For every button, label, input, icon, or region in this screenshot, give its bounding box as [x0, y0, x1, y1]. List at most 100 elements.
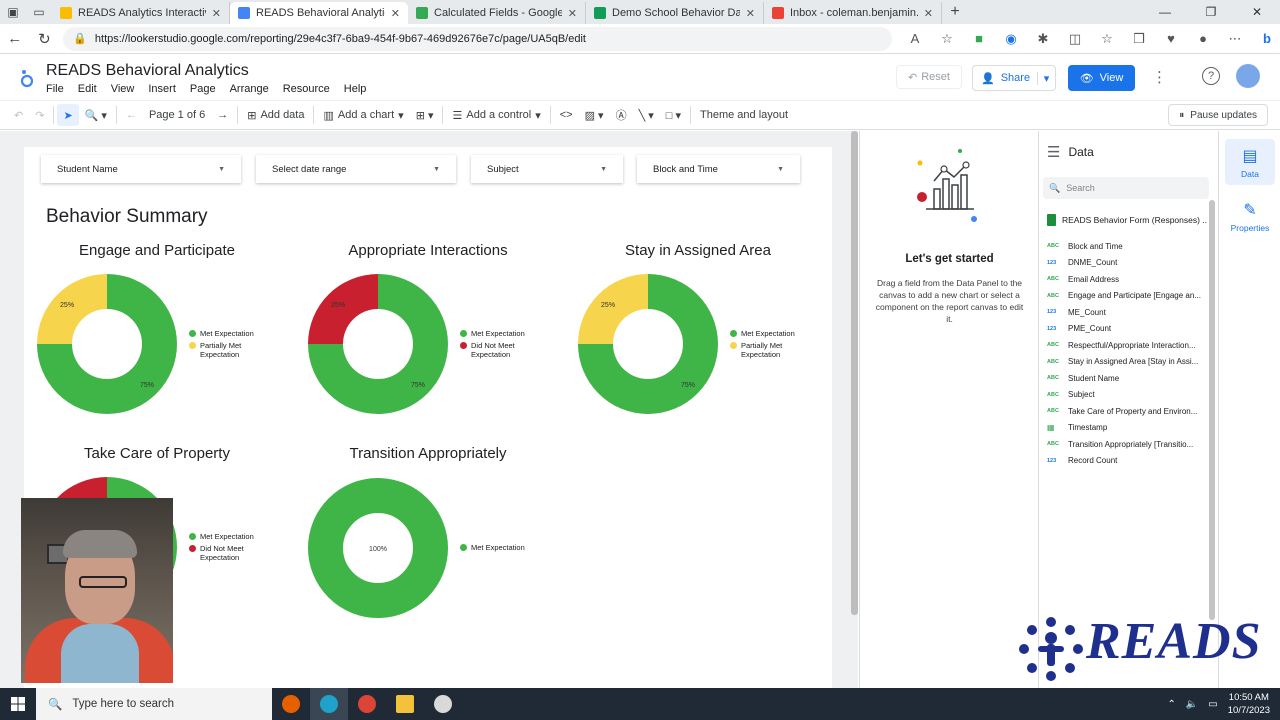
- zoom-icon[interactable]: 🔍 ▾: [79, 109, 113, 122]
- undo-icon[interactable]: ↶: [8, 109, 29, 122]
- extension-green-icon[interactable]: ■: [966, 31, 992, 46]
- community-viz-button[interactable]: ⊞ ▾: [410, 109, 440, 122]
- menu-item-file[interactable]: File: [46, 83, 64, 95]
- browser-tab[interactable]: Inbox - coleman.benjamin.j@gm ✕: [764, 2, 942, 24]
- field-item[interactable]: ▦ Timestamp: [1047, 420, 1207, 437]
- browser-tab[interactable]: READS Analytics Interactive Broc ✕: [52, 2, 230, 24]
- taskbar-clock[interactable]: 10:50 AM 10/7/2023: [1228, 691, 1270, 717]
- help-icon[interactable]: ?: [1202, 67, 1220, 85]
- tab-properties[interactable]: ✎ Properties: [1225, 193, 1275, 239]
- tab-actions-icon[interactable]: ▭: [26, 0, 52, 24]
- volume-icon[interactable]: 🔈: [1186, 699, 1198, 710]
- split-screen-icon[interactable]: ◫: [1062, 31, 1088, 47]
- field-item[interactable]: 123 PME_Count: [1047, 321, 1207, 338]
- extension-blue-icon[interactable]: ◉: [998, 31, 1024, 47]
- field-item[interactable]: ABC Email Address: [1047, 271, 1207, 288]
- taskbar-edge[interactable]: [310, 688, 348, 720]
- maximize-button[interactable]: ❐: [1188, 5, 1234, 19]
- data-source-item[interactable]: READS Behavior Form (Responses) ...: [1047, 214, 1207, 226]
- profile-icon[interactable]: ●: [1190, 31, 1216, 46]
- filter-student-name[interactable]: Student Name ▼: [41, 155, 241, 183]
- close-window-button[interactable]: ✕: [1234, 5, 1280, 19]
- collections-icon[interactable]: ❒: [1126, 31, 1152, 47]
- field-item[interactable]: ABC Respectful/Appropriate Interaction...: [1047, 337, 1207, 354]
- close-tab-icon[interactable]: ✕: [746, 7, 755, 20]
- bing-icon[interactable]: b: [1254, 31, 1280, 46]
- donut-chart-transition[interactable]: 100%: [307, 477, 449, 619]
- add-data-button[interactable]: ⊞ Add data: [241, 109, 310, 122]
- field-item[interactable]: ABC Transition Appropriately [Transitio..…: [1047, 436, 1207, 453]
- donut-chart-engage[interactable]: 75% 25%: [36, 273, 178, 415]
- menu-item-help[interactable]: Help: [344, 83, 367, 95]
- more-options-icon[interactable]: ⋮: [1152, 68, 1167, 86]
- field-item[interactable]: ABC Engage and Participate [Engage an...: [1047, 288, 1207, 305]
- close-tab-icon[interactable]: ✕: [212, 7, 221, 20]
- menu-item-resource[interactable]: Resource: [283, 83, 330, 95]
- windows-start-button[interactable]: [0, 688, 36, 720]
- view-button[interactable]: 👁 View: [1068, 65, 1135, 91]
- canvas-scrollbar[interactable]: [851, 131, 858, 615]
- read-aloud-icon[interactable]: A: [902, 31, 928, 46]
- field-item[interactable]: ABC Block and Time: [1047, 238, 1207, 255]
- select-tool-icon[interactable]: ➤: [57, 104, 79, 126]
- close-tab-icon[interactable]: ✕: [391, 7, 400, 20]
- share-button[interactable]: 👤 Share ▾: [972, 65, 1056, 91]
- reset-button[interactable]: ↶ Reset: [896, 65, 962, 89]
- taskbar-search-input[interactable]: 🔍 Type here to search: [36, 688, 272, 720]
- add-chart-button[interactable]: ▥ Add a chart ▾: [317, 109, 409, 122]
- copilot-icon[interactable]: ♥: [1158, 31, 1184, 46]
- taskbar-screen-recorder[interactable]: [424, 688, 462, 720]
- next-page-icon[interactable]: →: [211, 109, 234, 121]
- back-icon[interactable]: ←: [0, 30, 30, 47]
- field-item[interactable]: 123 ME_Count: [1047, 304, 1207, 321]
- browser-tab[interactable]: READS Behavioral Analytics - Beh ✕: [230, 2, 408, 24]
- url-field[interactable]: 🔒 https://lookerstudio.google.com/report…: [63, 26, 892, 51]
- embed-code-icon[interactable]: <>: [554, 109, 579, 121]
- menu-item-insert[interactable]: Insert: [148, 83, 176, 95]
- tray-chevron-icon[interactable]: ⌃: [1167, 699, 1175, 710]
- data-search-input[interactable]: 🔍 Search: [1043, 177, 1209, 199]
- field-item[interactable]: ABC Stay in Assigned Area [Stay in Assi..…: [1047, 354, 1207, 371]
- close-tab-icon[interactable]: ✕: [568, 7, 577, 20]
- looker-studio-logo-icon[interactable]: [18, 68, 36, 88]
- pause-updates-button[interactable]: ⏸ Pause updates: [1168, 104, 1268, 126]
- workspaces-icon[interactable]: ▣: [0, 0, 26, 24]
- field-item[interactable]: ABC Student Name: [1047, 370, 1207, 387]
- redo-icon[interactable]: ↷: [29, 109, 50, 122]
- extensions-puzzle-icon[interactable]: ✱: [1030, 31, 1056, 47]
- new-tab-button[interactable]: +: [942, 3, 968, 21]
- more-menu-icon[interactable]: ⋯: [1222, 31, 1248, 47]
- favorite-star-icon[interactable]: ☆: [934, 31, 960, 47]
- page-indicator[interactable]: Page 1 of 6: [143, 109, 211, 121]
- menu-item-edit[interactable]: Edit: [78, 83, 97, 95]
- browser-tab[interactable]: Calculated Fields - Google Drive ✕: [408, 2, 586, 24]
- theme-layout-button[interactable]: Theme and layout: [694, 109, 794, 121]
- image-icon[interactable]: ▨ ▾: [579, 109, 610, 122]
- field-item[interactable]: ABC Take Care of Property and Environ...: [1047, 403, 1207, 420]
- text-icon[interactable]: Ⓐ: [610, 107, 633, 123]
- prev-page-icon[interactable]: ←: [120, 109, 143, 121]
- refresh-icon[interactable]: ↻: [30, 30, 60, 48]
- field-item[interactable]: ABC Subject: [1047, 387, 1207, 404]
- minimize-button[interactable]: —: [1142, 5, 1188, 19]
- share-dropdown-icon[interactable]: ▾: [1037, 71, 1055, 85]
- line-icon[interactable]: ╲ ▾: [633, 109, 660, 122]
- account-avatar[interactable]: [1236, 64, 1260, 88]
- tab-data[interactable]: ▤ Data: [1225, 139, 1275, 185]
- menu-item-view[interactable]: View: [111, 83, 135, 95]
- filter-date-range[interactable]: Select date range ▼: [256, 155, 456, 183]
- menu-item-page[interactable]: Page: [190, 83, 216, 95]
- favorites-icon[interactable]: ☆: [1094, 31, 1120, 47]
- data-panel-scrollbar[interactable]: [1209, 200, 1215, 620]
- network-icon[interactable]: ▭: [1208, 699, 1217, 710]
- taskbar-file-explorer[interactable]: [386, 688, 424, 720]
- browser-tab[interactable]: Demo School Behavior Daily Calc ✕: [586, 2, 764, 24]
- field-item[interactable]: 123 DNME_Count: [1047, 255, 1207, 272]
- filter-block-time[interactable]: Block and Time ▼: [637, 155, 800, 183]
- add-control-button[interactable]: ☰ Add a control ▾: [446, 109, 546, 122]
- donut-chart-interactions[interactable]: 75% 25%: [307, 273, 449, 415]
- taskbar-chrome[interactable]: [348, 688, 386, 720]
- donut-chart-stay-area[interactable]: 75% 25%: [577, 273, 719, 415]
- filter-subject[interactable]: Subject ▼: [471, 155, 623, 183]
- report-title[interactable]: READS Behavioral Analytics: [46, 62, 249, 80]
